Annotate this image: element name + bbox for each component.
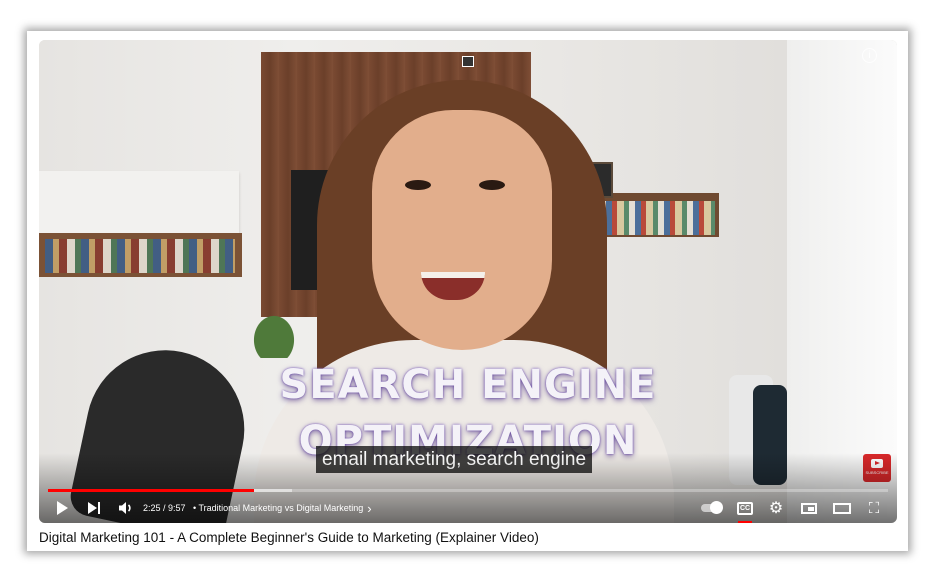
chevron-right-icon: › [367,500,372,516]
presenter-eye-left [405,180,431,190]
left-books [45,239,235,273]
miniplayer-icon [801,502,817,514]
presenter-eye-right [479,180,505,190]
player-controls: 2:25 / 9:57 • Traditional Marketing vs D… [39,496,897,520]
captions-button[interactable]: CC [736,496,754,520]
fullscreen-icon: ⛶ [868,499,880,517]
presenter-face [372,110,552,350]
autoplay-toggle-icon [701,501,723,514]
video-card: SEARCH ENGINE OPTIMIZATION email marketi… [27,31,908,551]
cast-icon[interactable] [462,56,474,67]
time-display: 2:25 / 9:57 [143,503,186,513]
next-icon [88,502,97,514]
captions-active-indicator [738,521,752,523]
wall-cabinet [39,171,239,237]
chapter-title: • Traditional Marketing vs Digital Marke… [193,503,364,513]
volume-icon [119,502,131,514]
fullscreen-button[interactable]: ⛶ [865,496,883,520]
video-title[interactable]: Digital Marketing 101 - A Complete Begin… [39,530,539,545]
volume-button[interactable] [117,496,135,520]
progress-bar[interactable] [48,489,888,492]
play-icon [56,501,68,515]
gear-icon: ⚙ [768,500,784,517]
theater-mode-button[interactable] [831,496,853,520]
next-button[interactable] [85,496,103,520]
autoplay-toggle[interactable] [700,496,723,520]
plant [239,298,309,358]
play-button[interactable] [53,496,71,520]
theater-mode-icon [833,502,851,514]
progress-played [48,489,254,492]
overlay-title-line1: SEARCH ENGINE [279,362,657,408]
chapter-title-button[interactable]: • Traditional Marketing vs Digital Marke… [193,496,372,520]
miniplayer-button[interactable] [798,496,820,520]
info-icon[interactable]: i [862,48,877,63]
settings-button[interactable]: ⚙ [767,496,785,520]
captions-icon: CC [736,501,754,515]
video-player[interactable]: SEARCH ENGINE OPTIMIZATION email marketi… [39,40,897,523]
